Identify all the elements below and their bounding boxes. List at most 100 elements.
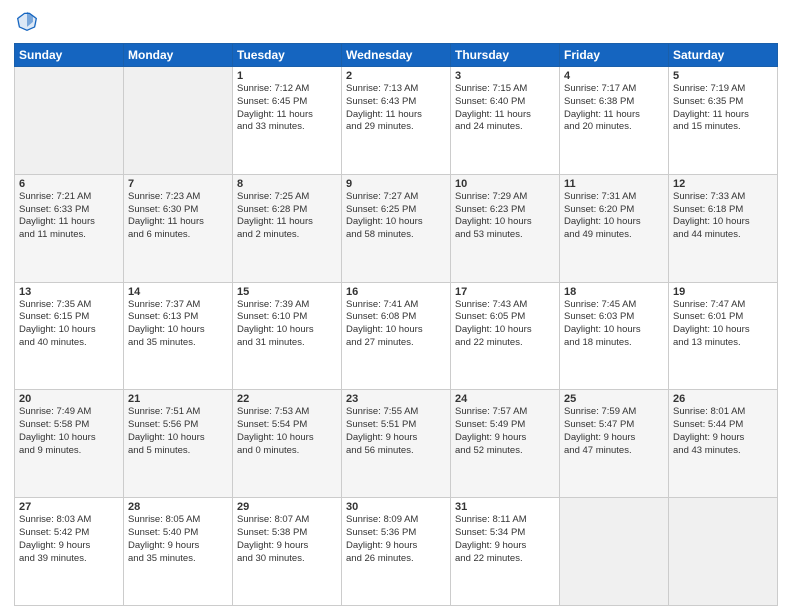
day-number: 31	[455, 501, 555, 513]
calendar-header-row: SundayMondayTuesdayWednesdayThursdayFrid…	[15, 44, 778, 67]
day-info: Sunrise: 7:27 AM Sunset: 6:25 PM Dayligh…	[346, 191, 446, 242]
calendar-cell: 5Sunrise: 7:19 AM Sunset: 6:35 PM Daylig…	[669, 67, 778, 175]
day-info: Sunrise: 7:13 AM Sunset: 6:43 PM Dayligh…	[346, 83, 446, 134]
calendar-cell	[560, 498, 669, 606]
day-number: 1	[237, 70, 337, 82]
day-info: Sunrise: 8:05 AM Sunset: 5:40 PM Dayligh…	[128, 514, 228, 565]
calendar-cell: 26Sunrise: 8:01 AM Sunset: 5:44 PM Dayli…	[669, 390, 778, 498]
day-number: 30	[346, 501, 446, 513]
calendar-cell: 18Sunrise: 7:45 AM Sunset: 6:03 PM Dayli…	[560, 282, 669, 390]
calendar-cell: 17Sunrise: 7:43 AM Sunset: 6:05 PM Dayli…	[451, 282, 560, 390]
calendar-cell: 11Sunrise: 7:31 AM Sunset: 6:20 PM Dayli…	[560, 174, 669, 282]
day-info: Sunrise: 8:09 AM Sunset: 5:36 PM Dayligh…	[346, 514, 446, 565]
calendar-header-tuesday: Tuesday	[233, 44, 342, 67]
calendar-cell: 13Sunrise: 7:35 AM Sunset: 6:15 PM Dayli…	[15, 282, 124, 390]
day-number: 8	[237, 178, 337, 190]
calendar-cell: 14Sunrise: 7:37 AM Sunset: 6:13 PM Dayli…	[124, 282, 233, 390]
day-number: 20	[19, 393, 119, 405]
day-info: Sunrise: 7:31 AM Sunset: 6:20 PM Dayligh…	[564, 191, 664, 242]
day-number: 18	[564, 286, 664, 298]
day-number: 10	[455, 178, 555, 190]
calendar-cell: 19Sunrise: 7:47 AM Sunset: 6:01 PM Dayli…	[669, 282, 778, 390]
day-info: Sunrise: 7:59 AM Sunset: 5:47 PM Dayligh…	[564, 406, 664, 457]
calendar-header-wednesday: Wednesday	[342, 44, 451, 67]
calendar-cell: 10Sunrise: 7:29 AM Sunset: 6:23 PM Dayli…	[451, 174, 560, 282]
day-number: 6	[19, 178, 119, 190]
day-info: Sunrise: 7:25 AM Sunset: 6:28 PM Dayligh…	[237, 191, 337, 242]
calendar-cell: 21Sunrise: 7:51 AM Sunset: 5:56 PM Dayli…	[124, 390, 233, 498]
calendar-cell: 8Sunrise: 7:25 AM Sunset: 6:28 PM Daylig…	[233, 174, 342, 282]
day-number: 14	[128, 286, 228, 298]
calendar-header-sunday: Sunday	[15, 44, 124, 67]
day-info: Sunrise: 7:17 AM Sunset: 6:38 PM Dayligh…	[564, 83, 664, 134]
day-number: 16	[346, 286, 446, 298]
calendar-week-3: 13Sunrise: 7:35 AM Sunset: 6:15 PM Dayli…	[15, 282, 778, 390]
day-info: Sunrise: 7:41 AM Sunset: 6:08 PM Dayligh…	[346, 299, 446, 350]
day-info: Sunrise: 7:57 AM Sunset: 5:49 PM Dayligh…	[455, 406, 555, 457]
day-number: 28	[128, 501, 228, 513]
day-info: Sunrise: 7:53 AM Sunset: 5:54 PM Dayligh…	[237, 406, 337, 457]
day-number: 25	[564, 393, 664, 405]
calendar-cell: 30Sunrise: 8:09 AM Sunset: 5:36 PM Dayli…	[342, 498, 451, 606]
header	[14, 10, 778, 37]
calendar-cell: 27Sunrise: 8:03 AM Sunset: 5:42 PM Dayli…	[15, 498, 124, 606]
calendar-week-1: 1Sunrise: 7:12 AM Sunset: 6:45 PM Daylig…	[15, 67, 778, 175]
calendar-header-friday: Friday	[560, 44, 669, 67]
day-number: 12	[673, 178, 773, 190]
day-number: 26	[673, 393, 773, 405]
calendar-cell: 9Sunrise: 7:27 AM Sunset: 6:25 PM Daylig…	[342, 174, 451, 282]
day-number: 13	[19, 286, 119, 298]
day-info: Sunrise: 7:35 AM Sunset: 6:15 PM Dayligh…	[19, 299, 119, 350]
calendar-cell: 31Sunrise: 8:11 AM Sunset: 5:34 PM Dayli…	[451, 498, 560, 606]
calendar-cell: 6Sunrise: 7:21 AM Sunset: 6:33 PM Daylig…	[15, 174, 124, 282]
calendar-cell: 4Sunrise: 7:17 AM Sunset: 6:38 PM Daylig…	[560, 67, 669, 175]
day-number: 7	[128, 178, 228, 190]
day-info: Sunrise: 8:11 AM Sunset: 5:34 PM Dayligh…	[455, 514, 555, 565]
day-info: Sunrise: 7:47 AM Sunset: 6:01 PM Dayligh…	[673, 299, 773, 350]
day-info: Sunrise: 7:21 AM Sunset: 6:33 PM Dayligh…	[19, 191, 119, 242]
day-info: Sunrise: 8:07 AM Sunset: 5:38 PM Dayligh…	[237, 514, 337, 565]
calendar-cell: 12Sunrise: 7:33 AM Sunset: 6:18 PM Dayli…	[669, 174, 778, 282]
calendar-cell: 29Sunrise: 8:07 AM Sunset: 5:38 PM Dayli…	[233, 498, 342, 606]
logo	[14, 10, 40, 37]
day-info: Sunrise: 7:15 AM Sunset: 6:40 PM Dayligh…	[455, 83, 555, 134]
calendar-header-monday: Monday	[124, 44, 233, 67]
calendar-cell: 15Sunrise: 7:39 AM Sunset: 6:10 PM Dayli…	[233, 282, 342, 390]
day-number: 17	[455, 286, 555, 298]
day-number: 23	[346, 393, 446, 405]
day-info: Sunrise: 8:03 AM Sunset: 5:42 PM Dayligh…	[19, 514, 119, 565]
day-number: 15	[237, 286, 337, 298]
day-number: 5	[673, 70, 773, 82]
day-info: Sunrise: 7:37 AM Sunset: 6:13 PM Dayligh…	[128, 299, 228, 350]
day-number: 4	[564, 70, 664, 82]
calendar-cell: 3Sunrise: 7:15 AM Sunset: 6:40 PM Daylig…	[451, 67, 560, 175]
calendar-cell: 16Sunrise: 7:41 AM Sunset: 6:08 PM Dayli…	[342, 282, 451, 390]
day-number: 2	[346, 70, 446, 82]
day-info: Sunrise: 7:33 AM Sunset: 6:18 PM Dayligh…	[673, 191, 773, 242]
day-number: 3	[455, 70, 555, 82]
calendar-cell: 22Sunrise: 7:53 AM Sunset: 5:54 PM Dayli…	[233, 390, 342, 498]
page: SundayMondayTuesdayWednesdayThursdayFrid…	[0, 0, 792, 612]
logo-icon	[16, 10, 38, 32]
calendar-cell: 7Sunrise: 7:23 AM Sunset: 6:30 PM Daylig…	[124, 174, 233, 282]
day-number: 27	[19, 501, 119, 513]
calendar-header-thursday: Thursday	[451, 44, 560, 67]
calendar-cell: 1Sunrise: 7:12 AM Sunset: 6:45 PM Daylig…	[233, 67, 342, 175]
day-info: Sunrise: 8:01 AM Sunset: 5:44 PM Dayligh…	[673, 406, 773, 457]
calendar-cell: 25Sunrise: 7:59 AM Sunset: 5:47 PM Dayli…	[560, 390, 669, 498]
day-number: 11	[564, 178, 664, 190]
calendar-cell: 24Sunrise: 7:57 AM Sunset: 5:49 PM Dayli…	[451, 390, 560, 498]
calendar-cell	[669, 498, 778, 606]
day-info: Sunrise: 7:51 AM Sunset: 5:56 PM Dayligh…	[128, 406, 228, 457]
day-info: Sunrise: 7:43 AM Sunset: 6:05 PM Dayligh…	[455, 299, 555, 350]
calendar-cell: 23Sunrise: 7:55 AM Sunset: 5:51 PM Dayli…	[342, 390, 451, 498]
day-info: Sunrise: 7:19 AM Sunset: 6:35 PM Dayligh…	[673, 83, 773, 134]
calendar-cell: 2Sunrise: 7:13 AM Sunset: 6:43 PM Daylig…	[342, 67, 451, 175]
calendar-week-2: 6Sunrise: 7:21 AM Sunset: 6:33 PM Daylig…	[15, 174, 778, 282]
day-info: Sunrise: 7:49 AM Sunset: 5:58 PM Dayligh…	[19, 406, 119, 457]
day-number: 24	[455, 393, 555, 405]
calendar-table: SundayMondayTuesdayWednesdayThursdayFrid…	[14, 43, 778, 606]
day-number: 29	[237, 501, 337, 513]
calendar-week-4: 20Sunrise: 7:49 AM Sunset: 5:58 PM Dayli…	[15, 390, 778, 498]
day-number: 19	[673, 286, 773, 298]
